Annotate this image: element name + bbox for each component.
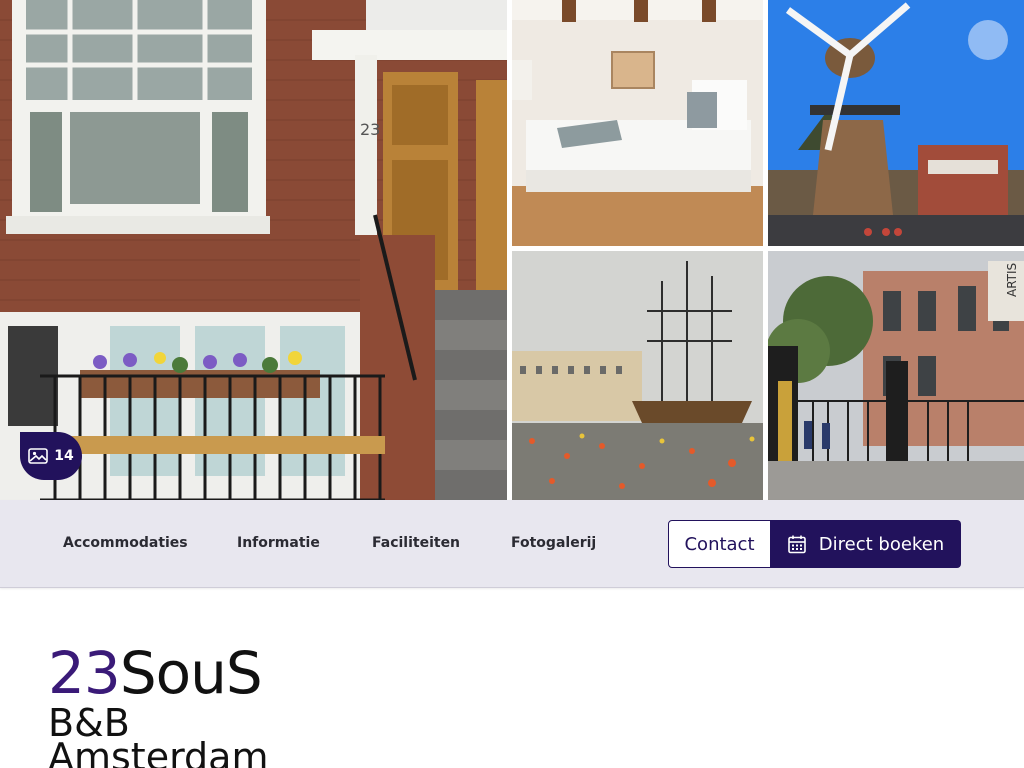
- logo-title: 23SouS: [48, 640, 348, 706]
- photo-count-text: 14: [54, 448, 74, 464]
- image-icon: [28, 448, 49, 464]
- direct-book-button[interactable]: Direct boeken: [770, 520, 961, 568]
- nav-item-faciliteiten[interactable]: Faciliteiten: [372, 535, 460, 551]
- contact-button[interactable]: Contact: [668, 520, 771, 568]
- gallery-photo-house-front[interactable]: 23: [0, 0, 507, 500]
- site-logo[interactable]: 23SouS B&B Amsterdam: [48, 640, 348, 768]
- logo-name: SouS: [119, 640, 263, 707]
- main-navigation: Accommodaties Informatie Faciliteiten Fo…: [0, 500, 1024, 588]
- gallery-photo-tall-ship[interactable]: [512, 251, 763, 500]
- logo-subtitle-city: Amsterdam: [48, 735, 269, 768]
- gallery-photo-bedroom[interactable]: [512, 0, 763, 246]
- direct-book-button-label: Direct boeken: [818, 533, 945, 555]
- calendar-icon: [787, 535, 806, 554]
- svg-text:ARTIS: ARTIS: [1005, 263, 1019, 297]
- nav-item-informatie[interactable]: Informatie: [237, 535, 320, 551]
- svg-text:23: 23: [360, 120, 380, 139]
- nav-item-fotogalerij[interactable]: Fotogalerij: [511, 535, 596, 551]
- contact-button-label: Contact: [684, 533, 755, 555]
- gallery-photo-artis-zoo-gate[interactable]: ARTIS: [768, 251, 1024, 500]
- photo-count-badge[interactable]: 14: [20, 432, 82, 480]
- gallery-photo-windmill[interactable]: [768, 0, 1024, 246]
- photo-gallery: 23 ARTIS 14: [0, 0, 1024, 500]
- nav-item-accommodaties[interactable]: Accommodaties: [63, 535, 188, 551]
- logo-number: 23: [48, 640, 121, 707]
